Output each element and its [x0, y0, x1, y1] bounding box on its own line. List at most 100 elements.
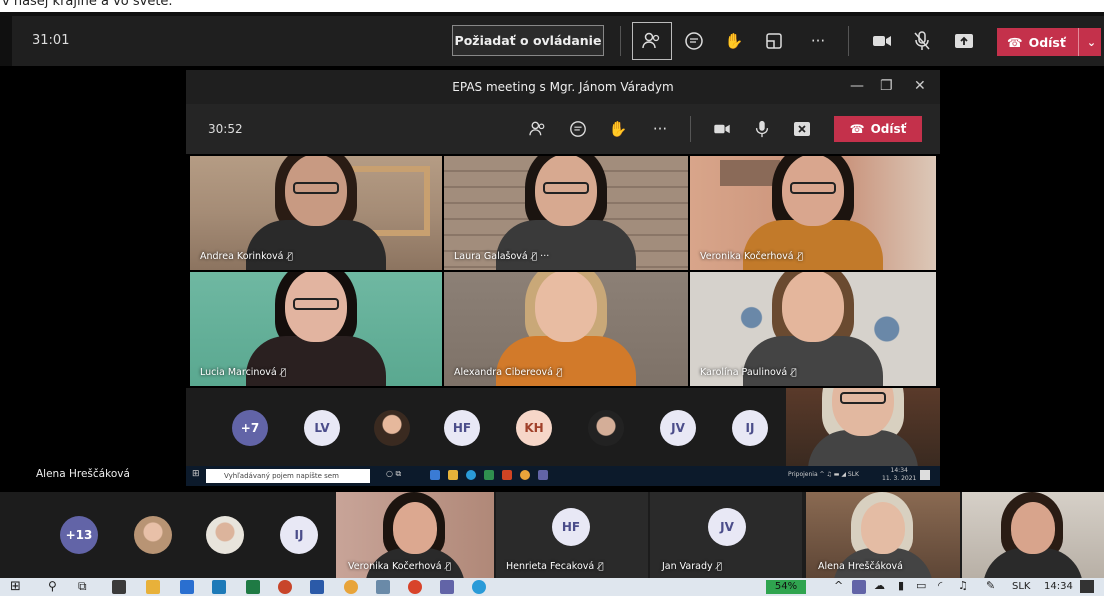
video-tile[interactable]: Alena Hreščáková: [806, 492, 960, 578]
avatar[interactable]: IJ: [732, 410, 768, 446]
video-tile[interactable]: Veronika Kočerhová 🎙̸: [336, 492, 494, 578]
mic-muted-icon: 🎙̸: [280, 368, 287, 378]
mail-icon[interactable]: [212, 580, 226, 594]
app-icon[interactable]: [520, 470, 530, 480]
windows-start-icon[interactable]: ⊞: [192, 469, 200, 479]
presenter-video[interactable]: [786, 388, 940, 466]
clock[interactable]: 14:34: [1044, 581, 1073, 592]
tray-teams-icon[interactable]: [852, 580, 866, 594]
avatar[interactable]: HF: [444, 410, 480, 446]
windows-taskbar: ⊞ ⚲ ⧉ 54% ^ ☁ ▮ ▭ ◜ ♫ ✎ SLK 14:34: [0, 578, 1104, 596]
powerpoint-icon[interactable]: [278, 580, 292, 594]
avatar-photo[interactable]: [134, 516, 172, 554]
task-view-icon[interactable]: ○ ⧉: [386, 469, 401, 479]
avatar[interactable]: LV: [304, 410, 340, 446]
word-icon[interactable]: [310, 580, 324, 594]
camera-icon[interactable]: [870, 29, 894, 53]
file-explorer-icon[interactable]: [146, 580, 160, 594]
teams-icon[interactable]: [440, 580, 454, 594]
inner-camera-icon[interactable]: [710, 117, 734, 141]
usb-icon[interactable]: ▮: [898, 579, 904, 592]
inner-leave-button[interactable]: ☎ Odísť: [834, 116, 922, 142]
video-tile[interactable]: Alexandra Cibereová 🎙̸: [444, 272, 688, 386]
participant-name: Alena Hreščáková: [818, 561, 903, 572]
toolbar-divider: [848, 26, 849, 56]
share-screen-icon[interactable]: [952, 29, 976, 53]
participant-name: Jan Varady 🎙̸: [662, 561, 723, 572]
avatar[interactable]: JV: [660, 410, 696, 446]
video-tile[interactable]: Lucia Marcinová 🎙̸: [190, 272, 442, 386]
chrome-icon[interactable]: [408, 580, 422, 594]
participants-icon[interactable]: [632, 22, 672, 60]
avatar-photo[interactable]: [206, 516, 244, 554]
wifi-icon[interactable]: ◜: [938, 579, 942, 592]
network-icon[interactable]: ▭: [916, 579, 926, 592]
self-video-tile[interactable]: [962, 492, 1104, 578]
inner-phone-icon: ☎: [849, 122, 865, 136]
shared-screen-stage: Alena Hreščáková EPAS meeting s Mgr. Ján…: [0, 66, 1104, 492]
mic-muted-icon[interactable]: [910, 29, 934, 53]
notification-icon[interactable]: [920, 470, 930, 480]
outer-meeting-timer: 31:01: [32, 33, 70, 48]
tray-chevron-icon[interactable]: ^: [834, 579, 843, 592]
video-tile[interactable]: Veronika Kočerhová 🎙̸: [690, 156, 936, 270]
excel-icon[interactable]: [246, 580, 260, 594]
windows-start-icon[interactable]: ⊞: [10, 579, 21, 594]
participant-name: Veronika Kočerhová 🎙̸: [348, 561, 452, 572]
task-view-icon[interactable]: ⧉: [78, 579, 87, 594]
inner-taskbar-search[interactable]: Vyhľadávaný pojem napíšte sem: [206, 469, 370, 483]
inner-chat-icon[interactable]: [566, 117, 590, 141]
search-icon[interactable]: ⚲: [48, 579, 57, 593]
request-control-button[interactable]: Požiadať o ovládanie: [452, 25, 604, 56]
app-icon[interactable]: [502, 470, 512, 480]
participant-tile[interactable]: HF Henrieta Fecaková 🎙̸: [496, 492, 648, 578]
participant-tile[interactable]: JV Jan Varady 🎙̸: [650, 492, 802, 578]
more-options-icon[interactable]: ···: [806, 29, 830, 53]
leave-divider: [1077, 28, 1079, 56]
notification-center-icon[interactable]: [1080, 580, 1094, 593]
participant-name: Veronika Kočerhová 🎙̸: [700, 251, 804, 262]
video-tile[interactable]: Karolína Paulinová 🎙̸: [690, 272, 936, 386]
inner-participants-icon[interactable]: [526, 117, 550, 141]
app-icon[interactable]: [430, 470, 440, 480]
mic-muted-icon: 🎙̸: [716, 562, 723, 572]
app-icon[interactable]: [344, 580, 358, 594]
app-icon[interactable]: [466, 470, 476, 480]
leave-meeting-button[interactable]: ☎ Odísť ⌄: [997, 28, 1101, 56]
inner-reactions-icon[interactable]: ✋: [606, 117, 630, 141]
app-icon[interactable]: [112, 580, 126, 594]
onedrive-icon[interactable]: ☁: [874, 579, 885, 592]
inner-stop-share-icon[interactable]: [790, 117, 814, 141]
minimize-icon[interactable]: —: [850, 78, 864, 94]
inner-more-icon[interactable]: ···: [648, 117, 672, 141]
video-tile[interactable]: Andrea Korinková 🎙̸: [190, 156, 442, 270]
avatar-photo[interactable]: [374, 410, 410, 446]
leave-label: Odísť: [1028, 34, 1066, 50]
inner-mic-icon[interactable]: [750, 117, 774, 141]
volume-icon[interactable]: ♫: [958, 579, 968, 592]
overflow-count-badge[interactable]: +13: [60, 516, 98, 554]
reactions-icon[interactable]: ✋: [722, 29, 746, 53]
app-icon[interactable]: [448, 470, 458, 480]
edge-icon[interactable]: [472, 580, 486, 594]
slide-caption: v našej krajine a vo svete.: [0, 0, 1104, 12]
avatar-photo[interactable]: [588, 410, 624, 446]
close-icon[interactable]: ✕: [914, 78, 926, 94]
battery-indicator[interactable]: 54%: [766, 580, 806, 594]
mic-muted-icon: 🎙̸: [445, 562, 452, 572]
app-icon[interactable]: [484, 470, 494, 480]
video-tile[interactable]: Laura Galašová 🎙̸ ···: [444, 156, 688, 270]
maximize-icon[interactable]: ❐: [880, 78, 893, 94]
avatar[interactable]: IJ: [280, 516, 318, 554]
chevron-down-icon[interactable]: ⌄: [1087, 36, 1096, 49]
app-icon[interactable]: [376, 580, 390, 594]
overflow-count-badge[interactable]: +7: [232, 410, 268, 446]
app-icon[interactable]: [538, 470, 548, 480]
pen-icon[interactable]: ✎: [986, 579, 995, 592]
chat-icon[interactable]: [682, 29, 706, 53]
language-indicator[interactable]: SLK: [1012, 581, 1030, 592]
app-icon[interactable]: [180, 580, 194, 594]
mic-muted-icon: 🎙̸: [287, 252, 293, 262]
avatar[interactable]: KH: [516, 410, 552, 446]
breakout-rooms-icon[interactable]: [762, 29, 786, 53]
